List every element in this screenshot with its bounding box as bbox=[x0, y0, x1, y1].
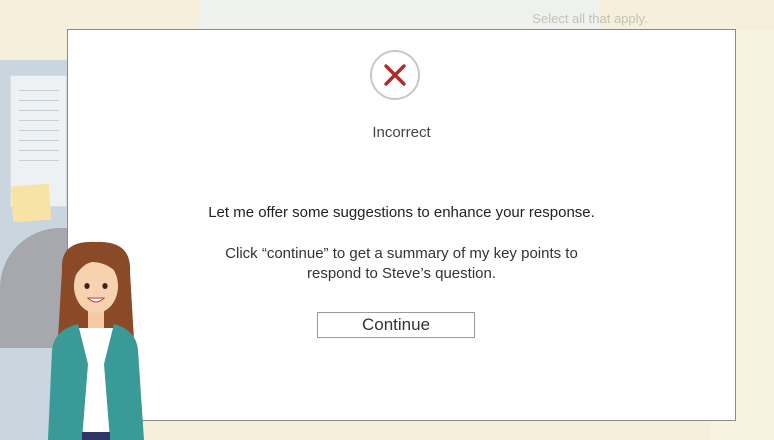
instruction-line-1: Click “continue” to get a summary of my … bbox=[225, 245, 578, 262]
background-sticky-note bbox=[10, 183, 52, 223]
coach-character bbox=[48, 241, 144, 440]
feedback-dialog: Incorrect Let me offer some suggestions … bbox=[67, 29, 736, 421]
status-label: Incorrect bbox=[372, 124, 431, 141]
select-all-prompt: Select all that apply. bbox=[532, 11, 648, 26]
instruction-line-2: respond to Steve’s question. bbox=[306, 265, 497, 282]
feedback-message: Let me offer some suggestions to enhance… bbox=[208, 204, 595, 221]
feedback-instruction: Click “continue” to get a summary of my … bbox=[68, 244, 735, 284]
continue-button[interactable]: Continue bbox=[317, 312, 475, 338]
x-circle-icon bbox=[370, 50, 420, 100]
